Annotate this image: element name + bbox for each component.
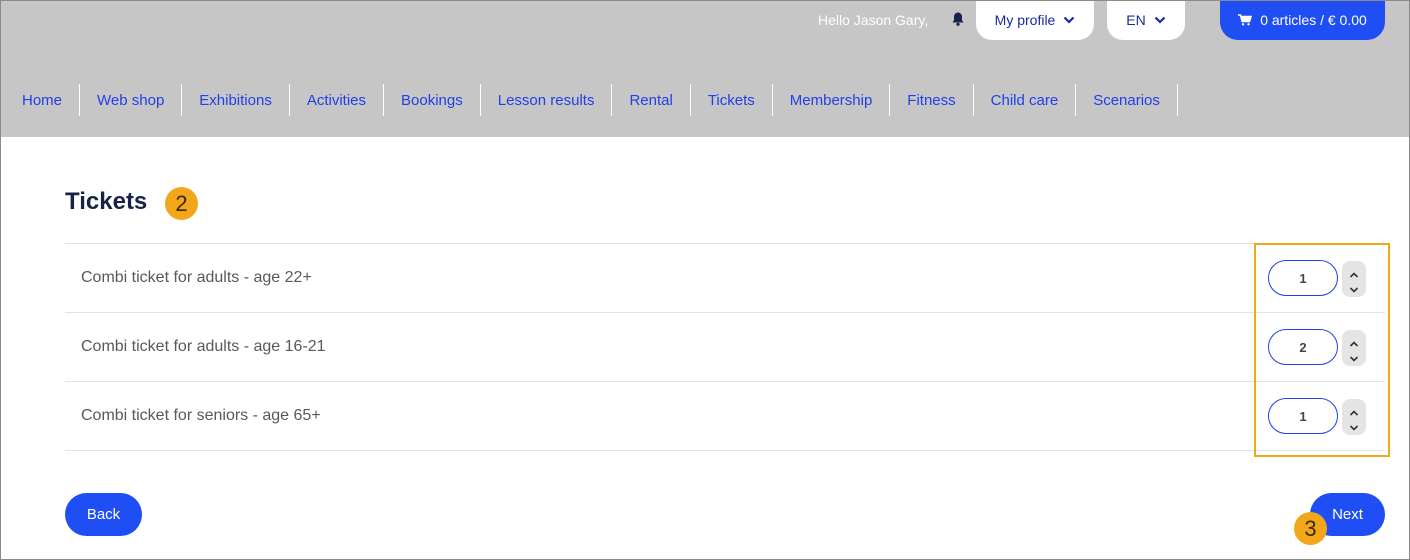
ticket-list: Combi ticket for adults - age 22+ 1 Comb… — [65, 243, 1385, 451]
page-title: Tickets — [65, 188, 148, 215]
nav-item-home[interactable]: Home — [5, 84, 81, 116]
my-profile-dropdown[interactable]: My profile — [976, 0, 1094, 40]
chevron-down-icon — [1154, 16, 1165, 24]
quantity-stepper — [1342, 261, 1366, 297]
chevron-down-icon[interactable] — [1348, 282, 1360, 293]
chevron-down-icon[interactable] — [1348, 351, 1360, 362]
chevron-up-icon[interactable] — [1348, 336, 1360, 347]
quantity-input[interactable]: 1 — [1268, 398, 1338, 434]
nav-item-bookings[interactable]: Bookings — [384, 84, 481, 116]
chevron-up-icon[interactable] — [1348, 405, 1360, 416]
cart-label: 0 articles / € 0.00 — [1260, 12, 1367, 28]
nav-item-membership[interactable]: Membership — [773, 84, 891, 116]
chevron-up-icon[interactable] — [1348, 267, 1360, 278]
quantity-input[interactable]: 2 — [1268, 329, 1338, 365]
ticket-label: Combi ticket for adults - age 16-21 — [81, 338, 326, 355]
language-dropdown[interactable]: EN — [1107, 0, 1185, 40]
nav-item-web-shop[interactable]: Web shop — [80, 84, 183, 116]
ticket-label: Combi ticket for adults - age 22+ — [81, 269, 312, 286]
ticket-row: Combi ticket for seniors - age 65+ 1 — [65, 382, 1385, 451]
step-badge: 3 — [1294, 512, 1327, 545]
ticket-row: Combi ticket for adults - age 16-21 2 — [65, 313, 1385, 382]
my-profile-label: My profile — [994, 12, 1056, 28]
nav-item-child-care[interactable]: Child care — [974, 84, 1077, 116]
quantity-stepper — [1342, 399, 1366, 435]
cart-button[interactable]: 0 articles / € 0.00 — [1220, 0, 1385, 40]
nav-item-activities[interactable]: Activities — [290, 84, 385, 116]
language-label: EN — [1126, 12, 1146, 28]
nav-item-lesson-results[interactable]: Lesson results — [481, 84, 613, 116]
quantity-stepper — [1342, 330, 1366, 366]
ticket-label: Combi ticket for seniors - age 65+ — [81, 407, 321, 424]
cart-icon — [1238, 14, 1253, 26]
step-badge: 2 — [165, 187, 198, 220]
bell-icon[interactable] — [950, 11, 966, 27]
greeting-text: Hello Jason Gary, — [818, 12, 929, 28]
back-button[interactable]: Back — [65, 493, 142, 536]
quantity-input[interactable]: 1 — [1268, 260, 1338, 296]
header: Hello Jason Gary, My profile EN 0 articl… — [0, 0, 1410, 137]
nav-item-scenarios[interactable]: Scenarios — [1076, 84, 1178, 116]
nav-item-rental[interactable]: Rental — [612, 84, 691, 116]
chevron-down-icon[interactable] — [1348, 420, 1360, 431]
nav-item-tickets[interactable]: Tickets — [691, 84, 773, 116]
nav-item-fitness[interactable]: Fitness — [890, 84, 974, 116]
chevron-down-icon — [1064, 16, 1075, 24]
nav-item-exhibitions[interactable]: Exhibitions — [182, 84, 290, 116]
ticket-row: Combi ticket for adults - age 22+ 1 — [65, 244, 1385, 313]
main-nav: Home Web shop Exhibitions Activities Boo… — [5, 84, 1178, 116]
